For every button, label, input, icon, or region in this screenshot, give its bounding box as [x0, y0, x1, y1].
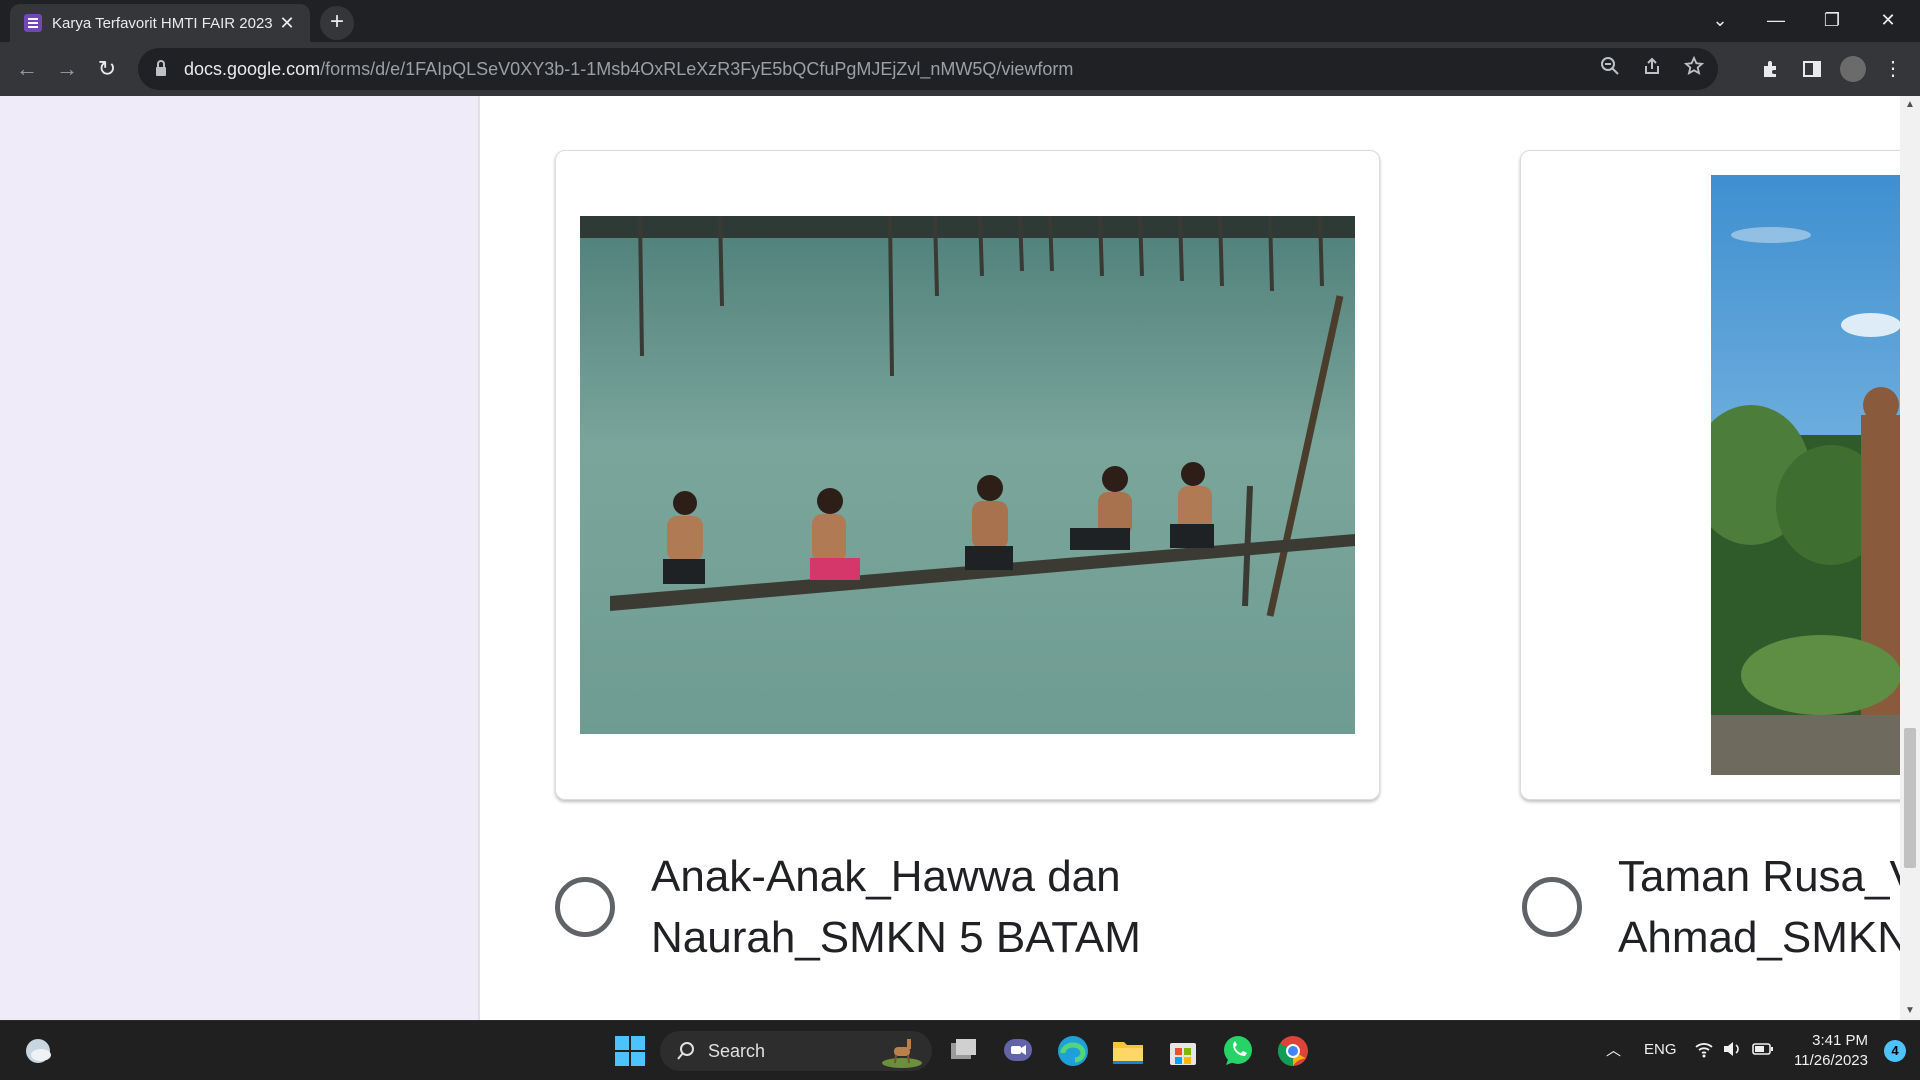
google-forms-icon [24, 14, 42, 32]
menu-kebab-icon[interactable]: ⋮ [1876, 52, 1910, 86]
side-panel-icon[interactable] [1795, 52, 1829, 86]
radio-option[interactable]: Anak-Anak_Hawwa dan Naurah_SMKN 5 BATAM [555, 846, 1141, 968]
search-label: Search [708, 1040, 766, 1061]
minimize-button[interactable]: — [1748, 0, 1804, 40]
new-tab-button[interactable]: + [320, 6, 354, 40]
lock-icon [156, 60, 166, 76]
share-icon[interactable] [1642, 56, 1662, 82]
option-image-card [1520, 150, 1920, 800]
reload-icon[interactable]: ↻ [90, 52, 124, 86]
file-explorer-icon[interactable] [1110, 1033, 1146, 1069]
microsoft-store-icon[interactable] [1165, 1033, 1201, 1069]
extensions-icon[interactable] [1754, 52, 1788, 86]
option-label: Taman Rusa_V Ahmad_SMKN [1618, 852, 1919, 962]
taskbar-search[interactable]: Search [660, 1031, 932, 1071]
show-hidden-icons-chevron-icon[interactable]: ︿ [1606, 1039, 1621, 1060]
form-page: Anak-Anak_Hawwa dan Naurah_SMKN 5 BATAM … [0, 96, 1920, 1020]
browser-tab[interactable]: Karya Terfavorit HMTI FAIR 2023 ✕ [10, 4, 310, 42]
photo-children-in-sea [580, 216, 1355, 734]
photo-deer-park [1711, 175, 1920, 775]
windows-start-icon[interactable] [612, 1033, 648, 1069]
restore-button[interactable]: ❐ [1804, 0, 1860, 40]
bookmark-star-icon[interactable] [1683, 55, 1705, 82]
whatsapp-icon[interactable] [1220, 1033, 1256, 1069]
radio-button[interactable] [555, 877, 615, 937]
option-label: Anak-Anak_Hawwa dan Naurah_SMKN 5 BATAM [651, 852, 1141, 962]
task-view-icon[interactable] [946, 1033, 982, 1069]
tab-close-icon[interactable]: ✕ [276, 13, 298, 34]
radio-option[interactable]: Taman Rusa_V Ahmad_SMKN [1522, 846, 1920, 968]
windows-taskbar: Search ︿ ENG 3:41 PM 11/26/2023 4 [0, 1020, 1920, 1080]
clock-date: 11/26/2023 [1794, 1052, 1868, 1069]
scroll-up-icon[interactable]: ▲ [1900, 96, 1920, 114]
close-window-button[interactable]: ✕ [1860, 0, 1916, 40]
address-bar[interactable]: docs.google.com /forms/d/e/1FAIpQLSeV0XY… [138, 48, 1718, 90]
page-side-background [0, 96, 480, 1020]
browser-toolbar: ← → ↻ docs.google.com /forms/d/e/1FAIpQL… [0, 42, 1920, 96]
notification-badge[interactable]: 4 [1884, 1040, 1906, 1062]
battery-icon[interactable] [1752, 1039, 1774, 1063]
tab-search-icon[interactable]: ⌄ [1692, 0, 1748, 40]
option-image-card [555, 150, 1380, 800]
back-icon[interactable]: ← [10, 52, 44, 86]
deer-search-highlight-icon [882, 1039, 922, 1068]
scroll-thumb[interactable] [1904, 728, 1916, 868]
forward-icon[interactable]: → [50, 52, 84, 86]
system-clock[interactable]: 3:41 PM 11/26/2023 [1794, 1031, 1868, 1071]
chrome-icon[interactable] [1275, 1033, 1311, 1069]
radio-button[interactable] [1522, 877, 1582, 937]
teams-chat-icon[interactable] [1000, 1033, 1036, 1069]
edge-icon[interactable] [1055, 1033, 1091, 1069]
language-indicator[interactable]: ENG [1644, 1041, 1677, 1058]
url-host: docs.google.com [184, 58, 321, 79]
browser-title-bar: Karya Terfavorit HMTI FAIR 2023 ✕ + ⌄ — … [0, 0, 1920, 42]
weather-icon[interactable] [20, 1033, 56, 1069]
tab-title: Karya Terfavorit HMTI FAIR 2023 [52, 14, 273, 32]
clock-time: 3:41 PM [1812, 1032, 1868, 1049]
wifi-icon[interactable] [1694, 1039, 1714, 1063]
zoom-icon[interactable] [1600, 56, 1620, 82]
profile-avatar[interactable] [1840, 56, 1866, 82]
url-path: /forms/d/e/1FAIpQLSeV0XY3b-1-1Msb4OxRLeX… [320, 58, 1074, 79]
page-scrollbar[interactable]: ▲ ▼ [1900, 96, 1920, 1020]
volume-icon[interactable] [1722, 1039, 1742, 1063]
search-icon [677, 1042, 694, 1060]
scroll-down-icon[interactable]: ▼ [1900, 1002, 1920, 1020]
